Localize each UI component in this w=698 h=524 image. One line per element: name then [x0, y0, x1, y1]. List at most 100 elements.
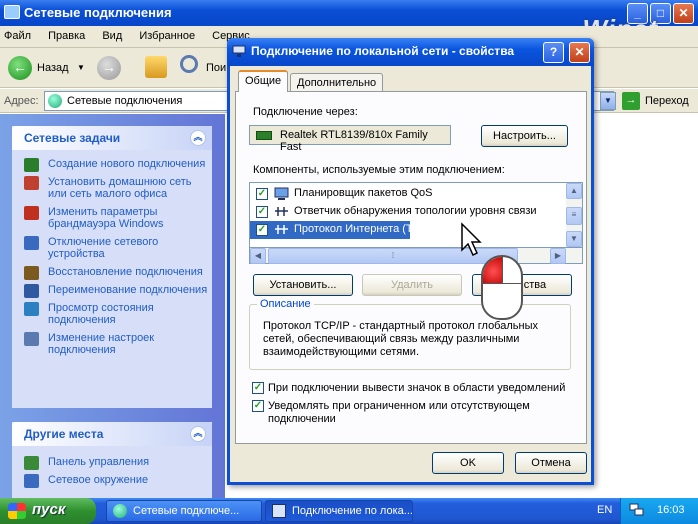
- network-connections-icon: [48, 94, 62, 108]
- windows-flag-icon: [8, 503, 26, 519]
- network-tasks-header[interactable]: Сетевые задачи ︽: [12, 126, 212, 150]
- task-link[interactable]: Сетевое окружение: [48, 474, 148, 486]
- back-button-label[interactable]: Назад: [37, 62, 69, 74]
- network-task-item[interactable]: Создание нового подключения: [12, 158, 212, 172]
- qos-scheduler-icon: [274, 187, 289, 200]
- taskbar: пуск Сетевые подключе... Подключение по …: [0, 498, 698, 524]
- tab-general[interactable]: Общие: [238, 70, 289, 92]
- collapse-chevron-icon[interactable]: ︽: [190, 426, 206, 442]
- ok-button[interactable]: OK: [432, 452, 504, 474]
- task-icon: [24, 332, 39, 346]
- address-dropdown-icon[interactable]: ▼: [600, 92, 616, 110]
- horizontal-scrollbar[interactable]: ◀ ⁞ ▶: [249, 248, 583, 264]
- show-icon-checkbox[interactable]: ✓: [252, 382, 264, 394]
- task-link[interactable]: Отключение сетевого устройства: [48, 236, 158, 260]
- network-task-item[interactable]: Установить домашнюю сеть или сеть малого…: [12, 176, 212, 200]
- network-task-item[interactable]: Восстановление подключения: [12, 266, 212, 280]
- language-indicator[interactable]: EN: [597, 504, 612, 516]
- menu-view[interactable]: Вид: [102, 30, 122, 42]
- start-label: пуск: [32, 501, 66, 518]
- notify-label: Уведомлять при ограниченном или отсутств…: [268, 400, 530, 425]
- taskbar-button-label: Сетевые подключе...: [133, 505, 240, 517]
- adapter-field: Realtek RTL8139/810x Family Fast: [249, 125, 451, 153]
- dialog-title: Подключение по локальной сети - свойства: [251, 44, 515, 58]
- component-checkbox[interactable]: ✓: [256, 206, 268, 218]
- clock[interactable]: 16:03: [657, 504, 685, 516]
- connect-using-label: Подключение через:: [253, 106, 358, 118]
- scroll-thumb[interactable]: ≡: [566, 207, 582, 225]
- explorer-close-button[interactable]: ✕: [673, 3, 694, 24]
- notify-option[interactable]: ✓ Уведомлять при ограниченном или отсутс…: [252, 400, 582, 426]
- list-item[interactable]: ✓ Планировщик пакетов QoS: [250, 185, 568, 203]
- other-places-panel: Другие места ︽ Панель управления Сетевое …: [12, 422, 212, 502]
- taskbar-button-explorer[interactable]: Сетевые подключе...: [106, 500, 262, 522]
- scroll-right-icon[interactable]: ▶: [550, 248, 566, 264]
- cursor-arrow-icon: [461, 222, 482, 257]
- help-button[interactable]: ?: [543, 42, 564, 63]
- component-checkbox[interactable]: ✓: [256, 224, 268, 236]
- system-tray: 16:03: [620, 498, 698, 524]
- network-connections-icon: [113, 504, 127, 518]
- components-label: Компоненты, используемые этим подключени…: [253, 164, 505, 176]
- dialog-titlebar[interactable]: Подключение по локальной сети - свойства…: [227, 38, 594, 66]
- task-link[interactable]: Переименование подключения: [48, 284, 207, 296]
- search-button-label[interactable]: Пои: [206, 62, 226, 74]
- go-arrow-icon[interactable]: →: [622, 92, 640, 110]
- network-connection-icon: [272, 504, 286, 518]
- network-tasks-list: Создание нового подключения Установить до…: [12, 150, 212, 356]
- other-places-title: Другие места: [24, 427, 104, 441]
- network-task-item[interactable]: Изменение настроек подключения: [12, 332, 212, 356]
- list-item-selected[interactable]: ✓ Протокол Интернета (TCP/IP): [250, 221, 445, 239]
- menu-edit[interactable]: Правка: [48, 30, 85, 42]
- install-button[interactable]: Установить...: [253, 274, 353, 296]
- network-tasks-title: Сетевые задачи: [24, 131, 121, 145]
- explorer-title: Сетевые подключения: [24, 5, 172, 20]
- configure-button[interactable]: Настроить...: [481, 125, 568, 147]
- task-pane: Сетевые задачи ︽ Создание нового подключ…: [0, 114, 225, 502]
- start-button[interactable]: пуск: [0, 498, 96, 524]
- list-item[interactable]: ✓ Ответчик обнаружения топологии уровня …: [250, 203, 568, 221]
- task-link[interactable]: Изменить параметры брандмауэра Windows: [48, 206, 164, 230]
- back-arrow-icon[interactable]: ←: [8, 56, 32, 80]
- search-icon[interactable]: [180, 55, 198, 73]
- go-button-label[interactable]: Переход: [645, 95, 689, 107]
- task-link[interactable]: Просмотр состояния подключения: [48, 302, 154, 326]
- scroll-left-icon[interactable]: ◀: [250, 248, 266, 264]
- network-connection-icon: [232, 45, 246, 57]
- show-icon-option[interactable]: ✓ При подключении вывести значок в облас…: [252, 382, 582, 395]
- network-task-item[interactable]: Просмотр состояния подключения: [12, 302, 212, 326]
- other-place-item[interactable]: Сетевое окружение: [12, 474, 212, 488]
- description-text: Протокол TCP/IP - стандартный протокол г…: [263, 320, 538, 358]
- other-places-header[interactable]: Другие места ︽: [12, 422, 212, 446]
- component-label: Протокол Интернета (TCP/IP): [294, 223, 446, 235]
- address-value: Сетевые подключения: [67, 95, 183, 107]
- task-link[interactable]: Изменение настроек подключения: [48, 332, 154, 356]
- task-icon: [24, 302, 39, 316]
- network-task-item[interactable]: Переименование подключения: [12, 284, 212, 298]
- scroll-up-icon[interactable]: ▲: [566, 183, 582, 199]
- folder-up-icon[interactable]: [145, 56, 167, 78]
- scroll-down-icon[interactable]: ▼: [566, 231, 582, 247]
- network-task-item[interactable]: Отключение сетевого устройства: [12, 236, 212, 260]
- network-task-item[interactable]: Изменить параметры брандмауэра Windows: [12, 206, 212, 230]
- menu-file[interactable]: Файл: [4, 30, 31, 42]
- task-icon: [24, 158, 39, 172]
- dialog-close-button[interactable]: ✕: [569, 42, 590, 63]
- other-place-item[interactable]: Панель управления: [12, 456, 212, 470]
- task-link[interactable]: Панель управления: [48, 456, 149, 468]
- task-link[interactable]: Восстановление подключения: [48, 266, 203, 278]
- notify-checkbox[interactable]: ✓: [252, 400, 264, 412]
- task-link[interactable]: Создание нового подключения: [48, 158, 205, 170]
- network-tray-icon[interactable]: [629, 503, 645, 517]
- cancel-button[interactable]: Отмена: [515, 452, 587, 474]
- taskbar-button-dialog[interactable]: Подключение по лока...: [265, 500, 413, 522]
- uninstall-button[interactable]: Удалить: [362, 274, 462, 296]
- component-checkbox[interactable]: ✓: [256, 188, 268, 200]
- vertical-scrollbar[interactable]: ▲ ≡ ▼: [566, 183, 582, 247]
- back-dropdown-icon[interactable]: ▼: [77, 63, 85, 72]
- collapse-chevron-icon[interactable]: ︽: [190, 130, 206, 146]
- tab-advanced[interactable]: Дополнительно: [290, 73, 384, 93]
- forward-arrow-icon[interactable]: →: [97, 56, 121, 80]
- task-link[interactable]: Установить домашнюю сеть или сеть малого…: [48, 176, 191, 200]
- menu-favorites[interactable]: Избранное: [139, 30, 195, 42]
